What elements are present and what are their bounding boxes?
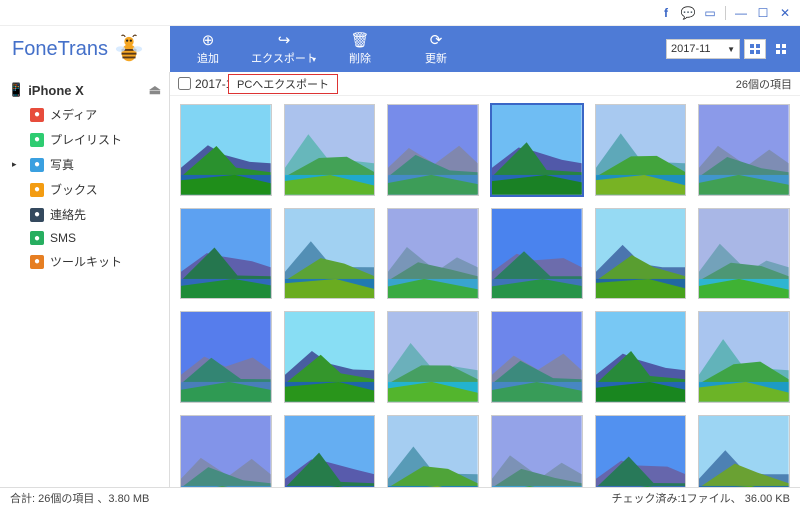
date-filter-dropdown[interactable]: 2017-11 ▼ — [666, 39, 740, 59]
photo-thumbnail[interactable] — [698, 208, 790, 300]
refresh-label: 更新 — [425, 50, 447, 66]
photo-thumbnail[interactable] — [387, 311, 479, 403]
delete-label: 削除 — [349, 50, 371, 66]
bee-logo-icon — [114, 34, 144, 64]
export-icon: ↪ — [278, 33, 291, 48]
photo-thumbnail[interactable] — [180, 104, 272, 196]
photo-thumbnail[interactable] — [595, 311, 687, 403]
sidebar-item-label: プレイリスト — [50, 131, 122, 148]
titlebar: f 💬 ▭ — ☐ ✕ — [0, 0, 800, 26]
photo-thumbnail[interactable] — [387, 415, 479, 487]
photo-thumbnail[interactable] — [698, 104, 790, 196]
photo-thumbnail[interactable] — [595, 208, 687, 300]
sidebar-item-3[interactable]: ● ブックス — [0, 177, 169, 202]
photo-thumbnail[interactable] — [180, 311, 272, 403]
sidebar-item-icon: ● — [30, 183, 44, 197]
sidebar-item-label: メディア — [50, 106, 97, 123]
photo-thumbnail[interactable] — [595, 415, 687, 487]
sidebar-item-icon: ● — [30, 133, 44, 147]
trash-icon: 🗑 — [350, 33, 369, 48]
delete-button[interactable]: 🗑 削除 — [322, 26, 398, 72]
add-label: 追加 — [197, 50, 219, 66]
toolbar: ⊕ 追加 ↪ エクスポート ▾ 🗑 削除 ⟳ 更新 2017-11 ▼ — [170, 26, 800, 72]
photo-thumbnail[interactable] — [284, 104, 376, 196]
sidebar-item-icon: ● — [30, 255, 44, 269]
photo-thumbnail[interactable] — [284, 208, 376, 300]
photo-thumbnail[interactable] — [595, 104, 687, 196]
feedback-icon[interactable]: ▭ — [699, 2, 721, 24]
phone-icon: 📱 — [8, 82, 24, 98]
status-total: 合計: 26個の項目 、3.80 MB — [10, 490, 149, 506]
list-icon — [749, 43, 761, 55]
view-list-button[interactable] — [744, 39, 766, 59]
status-bar: 合計: 26個の項目 、3.80 MB チェック済み:1ファイル、 36.00 … — [0, 487, 800, 507]
facebook-icon[interactable]: f — [655, 2, 677, 24]
photo-thumbnail[interactable] — [284, 415, 376, 487]
photo-thumbnail[interactable] — [491, 104, 583, 196]
refresh-icon: ⟳ — [430, 33, 443, 48]
sidebar-item-label: 連絡先 — [50, 206, 86, 223]
sidebar-item-icon: ● — [30, 208, 44, 222]
content: 2017-11 PCへエクスポート 26個の項目 — [170, 72, 800, 487]
sidebar-item-0[interactable]: ● メディア — [0, 102, 169, 127]
brand: FoneTrans — [0, 26, 170, 72]
photo-thumbnail[interactable] — [491, 208, 583, 300]
sidebar-item-4[interactable]: ● 連絡先 — [0, 202, 169, 227]
sidebar-item-label: ツールキット — [50, 253, 122, 270]
export-to-pc-menu-item[interactable]: PCへエクスポート — [228, 74, 338, 94]
chat-icon[interactable]: 💬 — [677, 2, 699, 24]
close-icon[interactable]: ✕ — [774, 2, 796, 24]
sidebar-item-5[interactable]: ● SMS — [0, 227, 169, 249]
header: FoneTrans ⊕ 追加 ↪ エクスポート ▾ 🗑 削除 ⟳ 更新 — [0, 26, 800, 72]
photo-thumbnail[interactable] — [387, 104, 479, 196]
minimize-icon[interactable]: — — [730, 2, 752, 24]
photo-thumbnail[interactable] — [180, 415, 272, 487]
eject-icon[interactable]: ⏏ — [149, 82, 161, 98]
status-checked: チェック済み:1ファイル、 36.00 KB — [612, 490, 791, 506]
refresh-button[interactable]: ⟳ 更新 — [398, 26, 474, 72]
content-header: 2017-11 PCへエクスポート 26個の項目 — [170, 72, 800, 96]
photo-thumbnail[interactable] — [698, 311, 790, 403]
sidebar-item-icon: ● — [30, 231, 44, 245]
sidebar-item-icon: ● — [30, 108, 44, 122]
add-button[interactable]: ⊕ 追加 — [170, 26, 246, 72]
view-grid-button[interactable] — [770, 39, 792, 59]
sidebar-item-6[interactable]: ● ツールキット — [0, 249, 169, 274]
device-row[interactable]: 📱 iPhone X ⏏ — [0, 78, 169, 102]
sidebar-item-1[interactable]: ● プレイリスト — [0, 127, 169, 152]
item-count: 26個の項目 — [736, 76, 792, 92]
thumbnail-grid — [170, 96, 800, 487]
sidebar-item-2[interactable]: ● 写真 — [0, 152, 169, 177]
export-button[interactable]: ↪ エクスポート ▾ — [246, 26, 322, 72]
sidebar-item-label: ブックス — [50, 181, 98, 198]
photo-thumbnail[interactable] — [284, 311, 376, 403]
photo-thumbnail[interactable] — [180, 208, 272, 300]
export-label: エクスポート — [251, 50, 317, 66]
sidebar: 📱 iPhone X ⏏ ● メディア ● プレイリスト ● 写真 ● ブックス ● 連絡先 ● SM… — [0, 72, 170, 487]
plus-circle-icon: ⊕ — [202, 33, 215, 48]
photo-thumbnail[interactable] — [387, 208, 479, 300]
device-name: iPhone X — [28, 83, 84, 98]
maximize-icon[interactable]: ☐ — [752, 2, 774, 24]
sidebar-item-label: 写真 — [50, 156, 74, 173]
select-all-checkbox[interactable] — [178, 77, 191, 90]
sidebar-item-label: SMS — [50, 231, 76, 245]
photo-thumbnail[interactable] — [698, 415, 790, 487]
date-filter-value: 2017-11 — [671, 43, 711, 55]
grid-icon — [775, 43, 787, 55]
chevron-down-icon: ▼ — [727, 45, 735, 54]
sidebar-item-icon: ● — [30, 158, 44, 172]
photo-thumbnail[interactable] — [491, 311, 583, 403]
photo-thumbnail[interactable] — [491, 415, 583, 487]
app-name: FoneTrans — [12, 38, 108, 61]
caret-down-icon: ▾ — [312, 55, 316, 64]
